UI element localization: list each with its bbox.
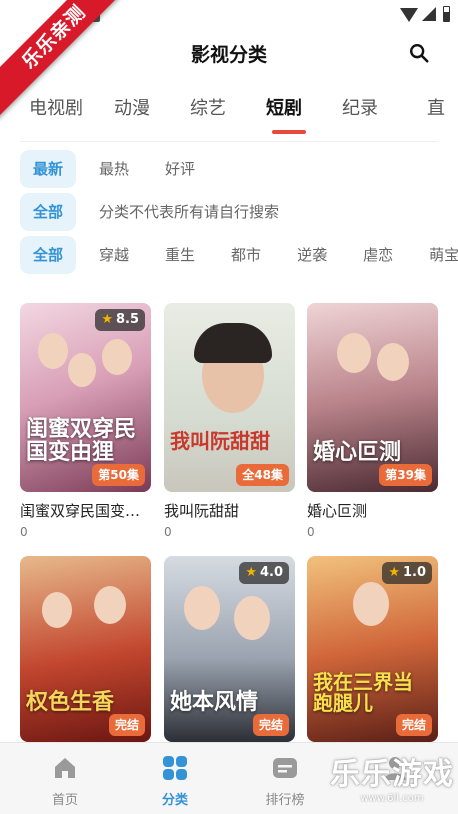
tab-variety[interactable]: 综艺 bbox=[170, 84, 246, 140]
poster-figure bbox=[38, 333, 68, 369]
sort-chip-top-rated[interactable]: 好评 bbox=[152, 150, 208, 188]
scope-chip-all[interactable]: 全部 bbox=[20, 193, 77, 231]
sort-filter-row: 最新 最热 好评 bbox=[20, 150, 458, 188]
view-count: 0 bbox=[20, 525, 28, 539]
rating-value: 4.0 bbox=[259, 565, 283, 580]
poster-title: 权色生香 bbox=[26, 689, 115, 715]
ranking-icon bbox=[273, 758, 297, 778]
drama-card[interactable]: 我叫阮甜甜 全48集 我叫阮甜甜 0 bbox=[164, 303, 295, 539]
poster-title: 闺蜜双穿民国变由狸 bbox=[26, 416, 137, 465]
drama-card[interactable]: 闺蜜双穿民国变由狸 ★ 8.5 第50集 闺蜜双穿民国变… 0 bbox=[20, 303, 151, 539]
nav-ranking-label: 排行榜 bbox=[265, 793, 305, 808]
rating-value: 1.0 bbox=[402, 565, 426, 580]
rating-badge: ★ 1.0 bbox=[382, 562, 432, 584]
status-badge: 完结 bbox=[395, 714, 432, 736]
search-icon[interactable] bbox=[408, 42, 430, 64]
star-icon: ★ bbox=[245, 565, 257, 580]
category-tabs: 电视剧 动漫 综艺 短剧 纪录 直 bbox=[0, 84, 458, 140]
nav-category[interactable]: 分类 bbox=[120, 743, 230, 814]
drama-title[interactable]: 婚心叵测 bbox=[307, 500, 438, 521]
poster-figure bbox=[68, 353, 96, 387]
view-count: 0 bbox=[307, 525, 315, 539]
rating-value: 8.5 bbox=[115, 312, 139, 327]
episode-badge: 第50集 bbox=[92, 464, 145, 486]
poster-figure bbox=[94, 586, 126, 624]
watermark-text: 乐乐游戏 bbox=[330, 757, 454, 792]
sort-chip-latest[interactable]: 最新 bbox=[20, 150, 77, 188]
episode-badge: 第39集 bbox=[379, 464, 432, 486]
drama-card[interactable]: 权色生香 完结 bbox=[20, 556, 151, 742]
nav-ranking[interactable]: 排行榜 bbox=[230, 743, 340, 814]
genre-chip-all[interactable]: 全部 bbox=[20, 236, 77, 274]
rating-badge: ★ 4.0 bbox=[239, 562, 289, 584]
tab-short-drama[interactable]: 短剧 bbox=[246, 84, 322, 140]
nav-home[interactable]: 首页 bbox=[10, 743, 120, 814]
genre-chip-urban[interactable]: 都市 bbox=[218, 236, 274, 274]
nav-category-label: 分类 bbox=[161, 793, 188, 808]
poster[interactable]: 闺蜜双穿民国变由狸 ★ 8.5 第50集 bbox=[20, 303, 151, 492]
home-icon bbox=[55, 758, 75, 778]
poster-figure bbox=[337, 333, 371, 373]
divider bbox=[20, 141, 438, 142]
episode-badge: 全48集 bbox=[236, 464, 289, 486]
poster[interactable]: 权色生香 完结 bbox=[20, 556, 151, 742]
tab-live[interactable]: 直 bbox=[398, 84, 458, 140]
drama-card[interactable]: 我在三界当跑腿儿 ★ 1.0 完结 bbox=[307, 556, 438, 742]
star-icon: ★ bbox=[101, 312, 113, 327]
tab-documentary[interactable]: 纪录 bbox=[322, 84, 398, 140]
genre-chip-time-travel[interactable]: 穿越 bbox=[86, 236, 142, 274]
poster-title: 我在三界当跑腿儿 bbox=[313, 670, 413, 715]
status-badge: 完结 bbox=[252, 714, 289, 736]
drama-card[interactable]: 婚心叵测 第39集 婚心叵测 0 bbox=[307, 303, 438, 539]
genre-chip-rebirth[interactable]: 重生 bbox=[152, 236, 208, 274]
poster-title: 她本风情 bbox=[170, 689, 259, 715]
drama-card[interactable]: 她本风情 ★ 4.0 完结 bbox=[164, 556, 295, 742]
poster-figure bbox=[184, 586, 220, 630]
poster-title: 我叫阮甜甜 bbox=[170, 429, 270, 453]
nav-home-label: 首页 bbox=[51, 793, 78, 808]
poster[interactable]: 婚心叵测 第39集 bbox=[307, 303, 438, 492]
genre-chip-angst-romance[interactable]: 虐恋 bbox=[350, 236, 406, 274]
drama-title[interactable]: 闺蜜双穿民国变… bbox=[20, 500, 151, 521]
wifi-icon bbox=[400, 8, 418, 22]
genre-chip-counterattack[interactable]: 逆袭 bbox=[284, 236, 340, 274]
star-icon: ★ bbox=[388, 565, 400, 580]
poster-title: 婚心叵测 bbox=[313, 439, 402, 465]
poster[interactable]: 我在三界当跑腿儿 ★ 1.0 完结 bbox=[307, 556, 438, 742]
battery-icon bbox=[443, 6, 450, 22]
scope-filter-row: 全部 分类不代表所有请自行搜索 bbox=[20, 193, 458, 231]
poster[interactable]: 她本风情 ★ 4.0 完结 bbox=[164, 556, 295, 742]
poster[interactable]: 我叫阮甜甜 全48集 bbox=[164, 303, 295, 492]
drama-title[interactable]: 我叫阮甜甜 bbox=[164, 500, 295, 521]
watermark: 乐乐游戏 www.6ll.com bbox=[330, 749, 454, 804]
genre-filter-row: 全部 穿越 重生 都市 逆袭 虐恋 萌宝 bbox=[20, 236, 458, 274]
tab-tv[interactable]: 电视剧 bbox=[18, 84, 94, 140]
scope-note: 分类不代表所有请自行搜索 bbox=[99, 203, 280, 221]
poster-figure bbox=[377, 343, 409, 381]
watermark-url: www.6ll.com bbox=[360, 793, 424, 804]
poster-figure bbox=[234, 596, 270, 640]
cell-signal-icon bbox=[422, 7, 436, 21]
poster-figure bbox=[42, 592, 72, 628]
poster-figure bbox=[353, 582, 389, 626]
tab-anime[interactable]: 动漫 bbox=[94, 84, 170, 140]
sort-chip-hottest[interactable]: 最热 bbox=[86, 150, 142, 188]
poster-figure bbox=[102, 339, 132, 375]
rating-badge: ★ 8.5 bbox=[95, 309, 145, 331]
status-badge: 完结 bbox=[108, 714, 145, 736]
view-count: 0 bbox=[164, 525, 172, 539]
genre-chip-cute-baby[interactable]: 萌宝 bbox=[416, 236, 458, 274]
grid-icon bbox=[163, 756, 187, 780]
